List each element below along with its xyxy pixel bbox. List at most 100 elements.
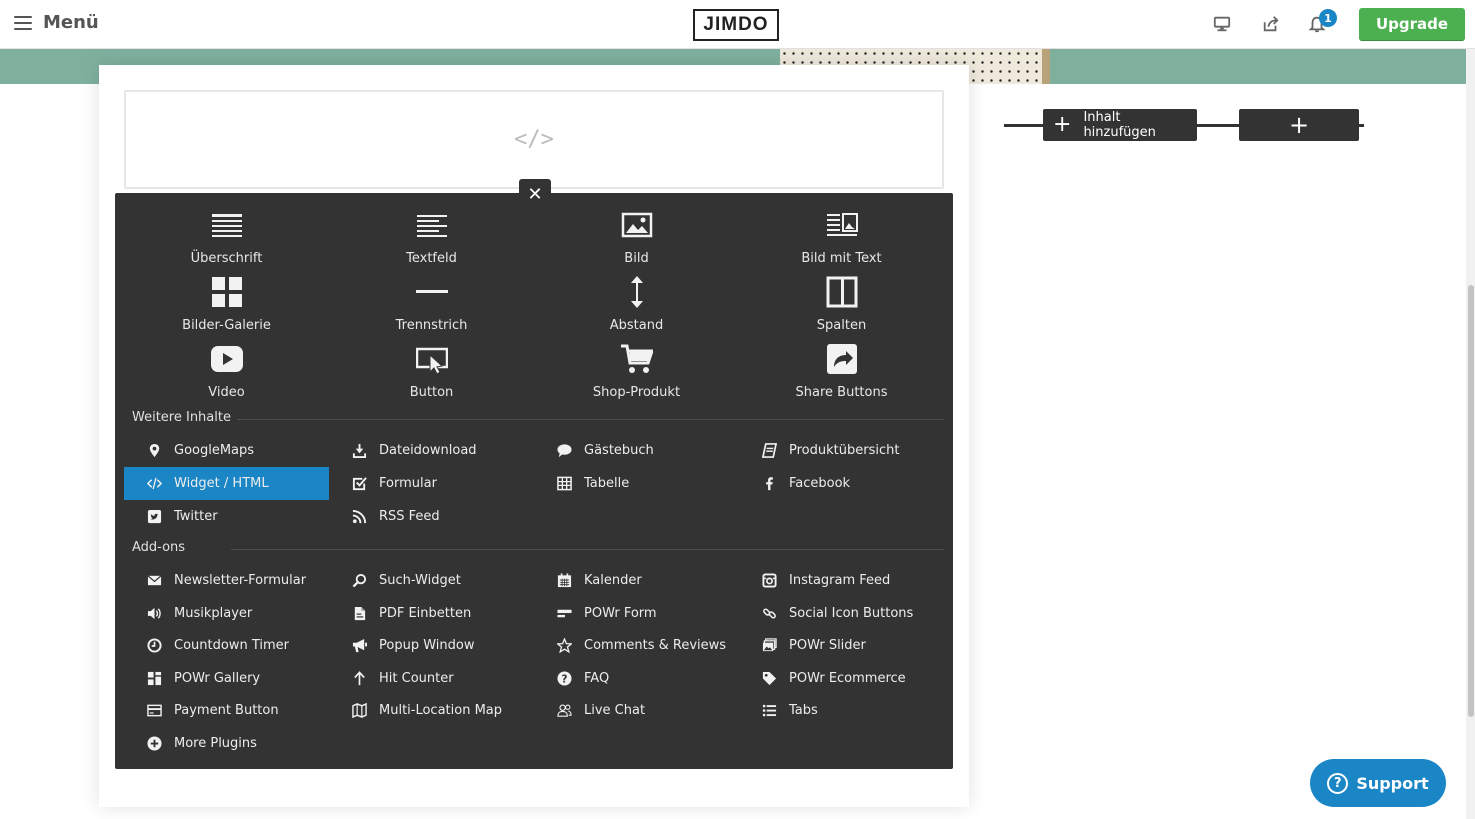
add-content-button[interactable]: + Inhalt hinzufügen (1043, 109, 1197, 141)
content-type-button[interactable]: Button (329, 342, 534, 404)
jimdo-logo[interactable]: JIMDO (693, 9, 779, 41)
divider-icon (415, 275, 449, 309)
html-widget-placeholder[interactable]: </> (124, 90, 944, 189)
list-item-widget-html[interactable]: Widget / HTML (124, 467, 329, 500)
speech-bubble-icon (556, 443, 572, 459)
folded-map-icon (351, 703, 367, 719)
desktop-preview-icon[interactable] (1211, 13, 1233, 35)
notifications-bell-icon[interactable]: 1 (1306, 9, 1337, 35)
content-type-share[interactable]: Share Buttons (739, 342, 944, 404)
list-item-label: Facebook (789, 476, 851, 491)
list-item-formular[interactable]: Formular (329, 467, 534, 500)
content-type-heading[interactable]: Überschrift (124, 208, 329, 270)
list-item-tabs[interactable]: Tabs (739, 694, 944, 727)
content-type-image-with-text[interactable]: Bild mit Text (739, 208, 944, 270)
question-icon: ? (1327, 772, 1349, 794)
content-type-divider[interactable]: Trennstrich (329, 275, 534, 337)
grid-gallery-icon (146, 670, 162, 686)
list-item-label: Payment Button (174, 703, 279, 718)
content-type-spacing[interactable]: Abstand (534, 275, 739, 337)
list-item-multi-location-map[interactable]: Multi-Location Map (329, 694, 534, 727)
list-item-label: Instagram Feed (789, 573, 891, 588)
list-item-comments-reviews[interactable]: Comments & Reviews (534, 629, 739, 662)
content-type-gallery[interactable]: Bilder-Galerie (124, 275, 329, 337)
svg-text:?: ? (561, 673, 567, 685)
list-item-dateidownload[interactable]: Dateidownload (329, 434, 534, 467)
list-item-gästebuch[interactable]: Gästebuch (534, 434, 739, 467)
list-item-powr-slider[interactable]: POWr Slider (739, 629, 944, 662)
list-item-googlemaps[interactable]: GoogleMaps (124, 434, 329, 467)
menu-button[interactable]: Menü (14, 12, 99, 33)
list-item-tabelle[interactable]: Tabelle (534, 467, 739, 500)
facebook-icon (761, 476, 777, 492)
list-item-live-chat[interactable]: Live Chat (534, 694, 739, 727)
image-with-text-icon (825, 208, 859, 242)
list-item-label: Kalender (584, 573, 642, 588)
code-icon: </> (514, 127, 554, 152)
list-item-popup-window[interactable]: Popup Window (329, 629, 534, 662)
shopping-cart-icon (620, 342, 654, 376)
question-icon: ? (556, 670, 572, 686)
list-item-pdf-einbetten[interactable]: PDF Einbetten (329, 597, 534, 630)
content-picker: Überschrift Textfeld Bild Bild mit Text … (115, 193, 953, 769)
list-item-powr-form[interactable]: POWr Form (534, 597, 739, 630)
support-label: Support (1356, 773, 1429, 793)
support-button[interactable]: ? Support (1310, 759, 1446, 807)
content-type-label: Video (208, 385, 245, 400)
slider-images-icon (761, 638, 777, 654)
arrow-up-icon (351, 670, 367, 686)
content-type-video[interactable]: Video (124, 342, 329, 404)
list-item-label: More Plugins (174, 735, 257, 751)
list-item-musikplayer[interactable]: Musikplayer (124, 597, 329, 630)
close-icon: ✕ (527, 183, 543, 205)
share-icon[interactable] (1260, 13, 1282, 35)
list-item-label: Produktübersicht (789, 443, 900, 458)
speaker-icon (146, 605, 162, 621)
list-item-label: RSS Feed (379, 509, 440, 524)
download-icon (351, 443, 367, 459)
scrollbar-thumb[interactable] (1468, 285, 1474, 717)
list-item-instagram-feed[interactable]: Instagram Feed (739, 564, 944, 597)
list-item-label: FAQ (584, 670, 610, 686)
list-item-produktübersicht[interactable]: Produktübersicht (739, 434, 944, 467)
list-item-label: Comments & Reviews (584, 638, 727, 653)
content-type-label: Spalten (816, 318, 867, 333)
divider (231, 549, 944, 550)
list-item-rss-feed[interactable]: RSS Feed (329, 500, 534, 533)
list-icon (761, 703, 777, 719)
list-item-hit-counter[interactable]: Hit Counter (329, 662, 534, 695)
list-item-countdown-timer[interactable]: Countdown Timer (124, 629, 329, 662)
content-type-textfield[interactable]: Textfeld (329, 208, 534, 270)
close-picker-button[interactable]: ✕ (519, 179, 551, 209)
list-item-such-widget[interactable]: Such-Widget (329, 564, 534, 597)
list-item-label: Multi-Location Map (379, 703, 503, 718)
calendar-icon (556, 573, 572, 589)
more-content-title: Weitere Inhalte (132, 410, 237, 425)
list-item-newsletter-formular[interactable]: Newsletter-Formular (124, 564, 329, 597)
list-item-twitter[interactable]: Twitter (124, 500, 329, 533)
list-item-faq[interactable]: ? FAQ (534, 662, 739, 695)
content-type-label: Trennstrich (395, 318, 468, 333)
notification-count-badge: 1 (1319, 9, 1337, 27)
add-column-button[interactable]: + (1239, 109, 1359, 141)
list-item-powr-ecommerce[interactable]: POWr Ecommerce (739, 662, 944, 695)
list-item-label: POWr Ecommerce (789, 670, 906, 686)
list-item-payment-button[interactable]: Payment Button (124, 694, 329, 727)
list-item-more-plugins[interactable]: More Plugins (124, 727, 329, 760)
list-item-label: Gästebuch (584, 443, 654, 458)
content-type-columns[interactable]: Spalten (739, 275, 944, 337)
upgrade-button[interactable]: Upgrade (1359, 8, 1465, 40)
list-item-social-icon-buttons[interactable]: Social Icon Buttons (739, 597, 944, 630)
list-item-kalender[interactable]: Kalender (534, 564, 739, 597)
content-type-label: Shop-Produkt (592, 385, 681, 400)
content-type-shopping-cart[interactable]: Shop-Produkt (534, 342, 739, 404)
content-type-label: Überschrift (190, 251, 263, 266)
top-bar: Menü JIMDO 1 Upgrade (0, 0, 1475, 49)
list-item-label: Widget / HTML (174, 476, 269, 491)
content-type-image[interactable]: Bild (534, 208, 739, 270)
list-item-label: Hit Counter (379, 670, 454, 686)
list-item-powr-gallery[interactable]: POWr Gallery (124, 662, 329, 695)
list-item-facebook[interactable]: Facebook (739, 467, 944, 500)
image-icon (620, 208, 654, 242)
list-item-label: Live Chat (584, 703, 646, 718)
